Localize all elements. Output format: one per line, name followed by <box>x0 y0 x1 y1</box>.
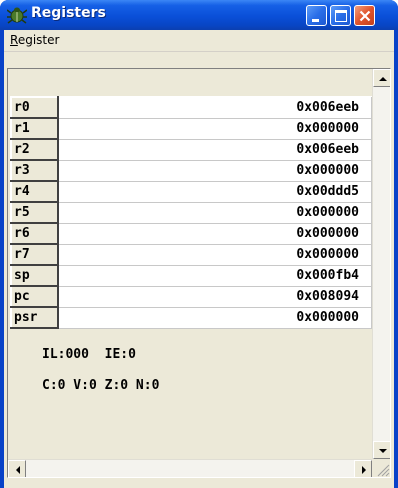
arrow-right-icon <box>362 466 366 474</box>
menu-register-mnemonic: R <box>10 33 18 47</box>
window-title: Registers <box>31 5 106 21</box>
register-value[interactable]: 0x006eeb <box>58 97 372 119</box>
registers-window: Registers Register r0 0x006eeb r1 0x0000… <box>0 0 398 488</box>
register-name: sp <box>10 264 59 287</box>
register-table: r0 0x006eeb r1 0x000000 r2 0x006eeb r3 0x000000… <box>10 96 372 329</box>
menu-register-label: egister <box>17 33 60 47</box>
register-value[interactable]: 0x00ddd5 <box>58 181 372 203</box>
size-grip[interactable] <box>372 459 390 477</box>
size-grip-icon <box>377 464 390 477</box>
arrow-down-icon <box>379 449 387 453</box>
arrow-up-icon <box>379 77 387 81</box>
flags-status: C:0 V:0 Z:0 N:0 <box>42 378 160 393</box>
register-value[interactable]: 0x000000 <box>58 202 372 224</box>
maximize-button[interactable] <box>330 5 351 26</box>
minimize-button[interactable] <box>306 5 327 26</box>
vertical-scrollbar[interactable] <box>372 69 390 459</box>
minimize-icon <box>312 19 319 22</box>
register-value[interactable]: 0x006eeb <box>58 139 372 161</box>
interrupt-status: IL:000 IE:0 <box>42 347 136 362</box>
scroll-up-button[interactable] <box>373 69 390 87</box>
register-row: pc 0x008094 <box>10 285 372 308</box>
register-value[interactable]: 0x000000 <box>58 244 372 266</box>
title-bar[interactable]: Registers <box>0 0 398 30</box>
close-icon <box>359 10 371 22</box>
menu-register[interactable]: Register <box>10 33 59 47</box>
client-area: Register r0 0x006eeb r1 0x000000 r2 0x006eeb r… <box>4 30 394 488</box>
register-row: r3 0x000000 <box>10 159 372 182</box>
horizontal-scrollbar[interactable] <box>8 459 372 477</box>
registers-pane: r0 0x006eeb r1 0x000000 r2 0x006eeb r3 0x000000… <box>7 68 391 478</box>
register-name: r4 <box>10 180 59 203</box>
arrow-left-icon <box>16 466 20 474</box>
register-row: r5 0x000000 <box>10 201 372 224</box>
close-button[interactable] <box>354 5 375 26</box>
register-row: r0 0x006eeb <box>10 96 372 119</box>
scroll-right-button[interactable] <box>354 460 372 477</box>
register-row: sp 0x000fb4 <box>10 264 372 287</box>
register-name: psr <box>10 306 59 329</box>
scroll-left-button[interactable] <box>8 460 26 477</box>
registers-content: r0 0x006eeb r1 0x000000 r2 0x006eeb r3 0x000000… <box>8 69 372 459</box>
register-value[interactable]: 0x000000 <box>58 307 372 329</box>
register-value[interactable]: 0x000000 <box>58 118 372 140</box>
register-name: r2 <box>10 138 59 161</box>
register-name: r0 <box>10 96 59 119</box>
register-value[interactable]: 0x000000 <box>58 223 372 245</box>
register-name: r1 <box>10 117 59 140</box>
register-row: r4 0x00ddd5 <box>10 180 372 203</box>
register-row: psr 0x000000 <box>10 306 372 329</box>
register-value[interactable]: 0x000000 <box>58 160 372 182</box>
register-name: pc <box>10 285 59 308</box>
scroll-down-button[interactable] <box>373 441 390 459</box>
register-row: r7 0x000000 <box>10 243 372 266</box>
register-name: r5 <box>10 201 59 224</box>
register-name: r3 <box>10 159 59 182</box>
bug-icon <box>6 6 28 24</box>
register-row: r2 0x006eeb <box>10 138 372 161</box>
register-name: r7 <box>10 243 59 266</box>
register-value[interactable]: 0x008094 <box>58 286 372 308</box>
register-row: r6 0x000000 <box>10 222 372 245</box>
register-row: r1 0x000000 <box>10 117 372 140</box>
register-value[interactable]: 0x000fb4 <box>58 265 372 287</box>
menu-bar: Register <box>4 30 394 52</box>
maximize-icon <box>335 10 347 22</box>
register-name: r6 <box>10 222 59 245</box>
